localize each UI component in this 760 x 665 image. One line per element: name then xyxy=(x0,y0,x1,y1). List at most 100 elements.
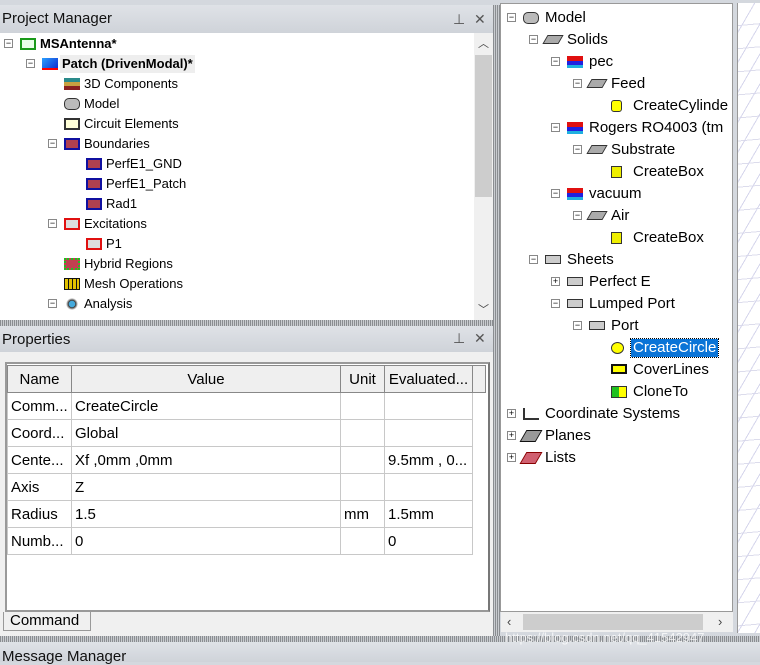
tree-item[interactable]: − Patch (DrivenModal)* xyxy=(0,54,474,74)
pin-icon[interactable]: ⊥ xyxy=(453,11,465,28)
tree-item[interactable]: + Perfect E xyxy=(501,271,732,291)
scroll-right-icon[interactable]: › xyxy=(718,614,722,629)
collapse-icon[interactable]: − xyxy=(551,123,560,132)
property-row[interactable]: Radius 1.5 mm 1.5mm xyxy=(7,500,486,528)
tree-item[interactable]: PerfE1_Patch xyxy=(0,174,474,194)
collapse-icon[interactable]: − xyxy=(551,189,560,198)
excitation-icon xyxy=(64,218,80,230)
expand-icon[interactable]: + xyxy=(507,409,516,418)
tree-item[interactable]: − Analysis xyxy=(0,294,474,314)
scroll-left-icon[interactable]: ‹ xyxy=(507,614,511,629)
tree-item[interactable]: PerfE1_GND xyxy=(0,154,474,174)
tree-item[interactable]: − Excitations xyxy=(0,214,474,234)
scroll-thumb[interactable] xyxy=(475,55,492,197)
tree-item[interactable]: Model xyxy=(0,94,474,114)
tree-item[interactable]: CreateBox xyxy=(501,161,732,181)
property-value[interactable]: 0 xyxy=(71,527,341,555)
tree-item[interactable]: P1 xyxy=(0,234,474,254)
collapse-icon[interactable]: − xyxy=(573,321,582,330)
collapse-icon[interactable]: − xyxy=(551,299,560,308)
column-header-name[interactable]: Name xyxy=(7,365,72,393)
tree-item[interactable]: Circuit Elements xyxy=(0,114,474,134)
splitter-vertical[interactable] xyxy=(493,5,500,636)
property-value[interactable]: Z xyxy=(71,473,341,501)
property-row[interactable]: Coord... Global xyxy=(7,419,486,447)
properties-header-row: Name Value Unit Evaluated... xyxy=(7,365,486,393)
property-row[interactable]: Comm... CreateCircle xyxy=(7,392,486,420)
pin-icon[interactable]: ⊥ xyxy=(453,330,465,347)
tree-item[interactable]: + Coordinate Systems xyxy=(501,403,732,423)
expand-icon[interactable]: + xyxy=(507,453,516,462)
property-row[interactable]: Cente... Xf ,0mm ,0mm 9.5mm , 0... xyxy=(7,446,486,474)
model-tree-hscrollbar[interactable]: ‹ › xyxy=(501,612,733,632)
project-manager-header: Project Manager ⊥ ✕ xyxy=(0,5,493,33)
close-icon[interactable]: ✕ xyxy=(474,330,486,347)
tree-item[interactable]: − Solids xyxy=(501,29,732,49)
collapse-icon[interactable]: − xyxy=(573,145,582,154)
tree-item[interactable]: CreateBox xyxy=(501,227,732,247)
tree-item[interactable]: − Port xyxy=(501,315,732,335)
property-value[interactable]: 1.5 xyxy=(71,500,341,528)
project-tree-scrollbar[interactable]: ︿ ﹀ xyxy=(474,33,493,320)
tree-item[interactable]: − Feed xyxy=(501,73,732,93)
collapse-icon[interactable]: − xyxy=(573,79,582,88)
tree-item-label: Coordinate Systems xyxy=(545,405,681,422)
column-header-value[interactable]: Value xyxy=(71,365,341,393)
tree-item-label: CreateCylinde xyxy=(633,97,729,114)
tree-item[interactable]: CreateCylinde xyxy=(501,95,732,115)
scroll-down-icon[interactable]: ﹀ xyxy=(478,301,489,317)
property-name: Numb... xyxy=(7,527,72,555)
tree-item[interactable]: Rad1 xyxy=(0,194,474,214)
tree-item[interactable]: − Model xyxy=(501,7,732,27)
column-header-unit[interactable]: Unit xyxy=(340,365,385,393)
tree-item[interactable]: + Planes xyxy=(501,425,732,445)
scroll-thumb[interactable] xyxy=(523,614,703,630)
collapse-icon[interactable]: − xyxy=(507,13,516,22)
property-value[interactable]: CreateCircle xyxy=(71,392,341,420)
collapse-icon[interactable]: − xyxy=(26,59,35,68)
collapse-icon[interactable]: − xyxy=(48,139,57,148)
scroll-up-icon[interactable]: ︿ xyxy=(478,35,489,51)
collapse-icon[interactable]: − xyxy=(48,219,57,228)
collapse-icon[interactable]: − xyxy=(551,57,560,66)
property-value[interactable]: Global xyxy=(71,419,341,447)
property-row[interactable]: Numb... 0 0 xyxy=(7,527,486,555)
tree-item[interactable]: − Rogers RO4003 (tm xyxy=(501,117,732,137)
tree-item[interactable]: − Lumped Port xyxy=(501,293,732,313)
planes-icon xyxy=(519,430,543,442)
collapse-icon[interactable]: − xyxy=(48,299,57,308)
tree-item[interactable]: Mesh Operations xyxy=(0,274,474,294)
tree-item[interactable]: CreateCircle xyxy=(501,337,732,358)
collapse-icon[interactable]: − xyxy=(529,255,538,264)
tree-item-label: Rad1 xyxy=(106,196,138,211)
tree-item[interactable]: Hybrid Regions xyxy=(0,254,474,274)
tree-item-label: Model xyxy=(545,9,586,26)
tree-item[interactable]: − Boundaries xyxy=(0,134,474,154)
tree-item[interactable]: − pec xyxy=(501,51,732,71)
tree-item[interactable]: − Air xyxy=(501,205,732,225)
tab-command[interactable]: Command xyxy=(3,612,91,631)
tree-item[interactable]: − Substrate xyxy=(501,139,732,159)
collapse-icon[interactable]: − xyxy=(4,39,13,48)
property-row[interactable]: Axis Z xyxy=(7,473,486,501)
tree-item[interactable]: + Lists xyxy=(501,447,732,467)
tree-item[interactable]: − Sheets xyxy=(501,249,732,269)
tree-item[interactable]: CoverLines xyxy=(501,359,732,379)
box-icon xyxy=(611,166,622,178)
expand-icon[interactable]: + xyxy=(551,277,560,286)
tree-item[interactable]: − MSAntenna* xyxy=(0,34,474,54)
expand-icon[interactable]: + xyxy=(507,431,516,440)
sheet-icon xyxy=(545,255,561,264)
tree-item-label: 3D Components xyxy=(84,76,178,91)
column-header-evaluated[interactable]: Evaluated... xyxy=(384,365,473,393)
tree-item[interactable]: − vacuum xyxy=(501,183,732,203)
tree-item[interactable]: 3D Components xyxy=(0,74,474,94)
collapse-icon[interactable]: − xyxy=(573,211,582,220)
collapse-icon[interactable]: − xyxy=(529,35,538,44)
close-icon[interactable]: ✕ xyxy=(474,11,486,28)
property-unit xyxy=(340,446,385,474)
3d-viewport[interactable] xyxy=(737,3,760,633)
material-icon xyxy=(567,122,583,134)
property-value[interactable]: Xf ,0mm ,0mm xyxy=(71,446,341,474)
tree-item[interactable]: CloneTo xyxy=(501,381,732,401)
